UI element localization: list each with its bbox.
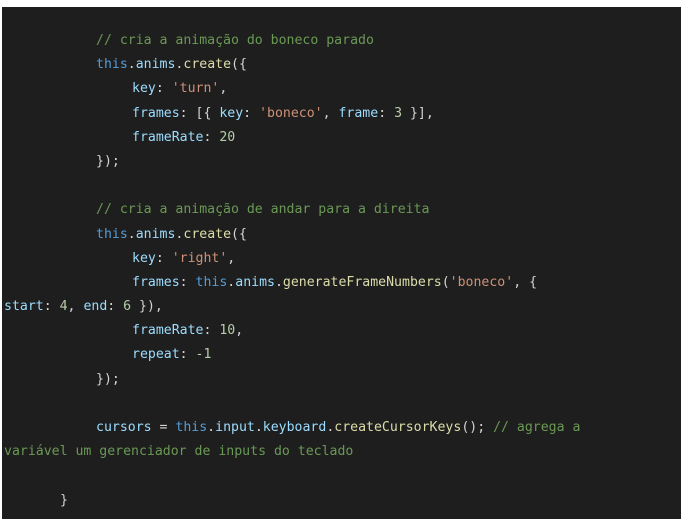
cursors-var: cursors bbox=[96, 420, 152, 435]
code-line-20: } bbox=[60, 492, 68, 508]
key-prop: key bbox=[219, 105, 244, 121]
start-prop: start bbox=[4, 299, 44, 315]
end-prop: end bbox=[83, 299, 108, 315]
code-line-6: }); bbox=[96, 153, 120, 169]
this-keyword: this bbox=[96, 226, 128, 242]
input-prop: input bbox=[215, 420, 255, 435]
comment-cursors-a: // agrega a bbox=[493, 420, 581, 435]
this-keyword: this bbox=[96, 57, 128, 73]
code-editor: // cria a animação do boneco parado this.… bbox=[2, 7, 681, 519]
end-number: 6 bbox=[123, 299, 132, 315]
framerate-20: 20 bbox=[219, 129, 236, 145]
code-line-4: frames: [{ key: 'boneco', frame: 3 }], bbox=[132, 105, 434, 121]
create-fn: create bbox=[183, 226, 232, 242]
create-cursor-keys-fn: createCursorKeys bbox=[334, 420, 462, 435]
generate-frame-numbers-fn: generateFrameNumbers bbox=[282, 274, 442, 290]
key-prop: key bbox=[132, 81, 156, 97]
frame-prop: frame bbox=[338, 105, 379, 121]
anims-prop: anims bbox=[235, 274, 275, 290]
anims-prop: anims bbox=[135, 226, 176, 242]
anims-prop: anims bbox=[135, 57, 176, 73]
right-string: 'right' bbox=[171, 250, 228, 266]
code-line-12: start: 4, end: 6 }), bbox=[4, 299, 163, 315]
comment-idle: // cria a animação do boneco parado bbox=[96, 33, 374, 48]
code-line-8: // cria a animação de andar para a direi… bbox=[4, 198, 681, 222]
frames-prop: frames bbox=[132, 274, 180, 290]
frame-number: 3 bbox=[394, 105, 403, 121]
code-line-9: this.anims.create({ bbox=[96, 226, 247, 242]
code-line-11: frames: this.anims.generateFrameNumbers(… bbox=[132, 274, 538, 290]
this-keyword: this bbox=[195, 274, 228, 290]
repeat-value: -1 bbox=[195, 347, 212, 363]
framerate-prop: frameRate bbox=[132, 129, 204, 145]
start-number: 4 bbox=[59, 299, 68, 315]
code-line-2: this.anims.create({ bbox=[96, 57, 247, 73]
keyboard-prop: keyboard bbox=[262, 420, 327, 435]
code-line-17: cursors = this.input.keyboard.createCurs… bbox=[96, 420, 581, 435]
key-prop: key bbox=[132, 250, 156, 266]
code-line-3: key: 'turn', bbox=[132, 81, 228, 97]
framerate-prop: frameRate bbox=[132, 323, 204, 339]
framerate-10: 10 bbox=[219, 323, 236, 339]
create-fn: create bbox=[183, 57, 232, 73]
comment-right: // cria a animação de andar para a direi… bbox=[96, 202, 430, 218]
frames-prop: frames bbox=[132, 105, 180, 121]
boneco-string: 'boneco' bbox=[259, 105, 323, 121]
code-line-5: frameRate: 20 bbox=[132, 129, 236, 145]
this-keyword: this bbox=[175, 420, 208, 435]
comment-cursors-b: variável um gerenciador de inputs do tec… bbox=[4, 444, 354, 460]
code-line-14: repeat: -1 bbox=[132, 347, 212, 363]
code-block: // cria a animação do boneco parado this.… bbox=[2, 7, 681, 513]
code-line-1: // cria a animação do boneco parado bbox=[4, 29, 681, 53]
repeat-prop: repeat bbox=[132, 347, 180, 363]
code-line-13: frameRate: 10, bbox=[132, 323, 244, 339]
code-line-10: key: 'right', bbox=[132, 250, 236, 266]
code-line-18: variável um gerenciador de inputs do tec… bbox=[4, 440, 681, 464]
turn-string: 'turn' bbox=[171, 81, 220, 97]
code-line-15: }); bbox=[96, 371, 120, 387]
boneco-string: 'boneco' bbox=[449, 274, 514, 290]
